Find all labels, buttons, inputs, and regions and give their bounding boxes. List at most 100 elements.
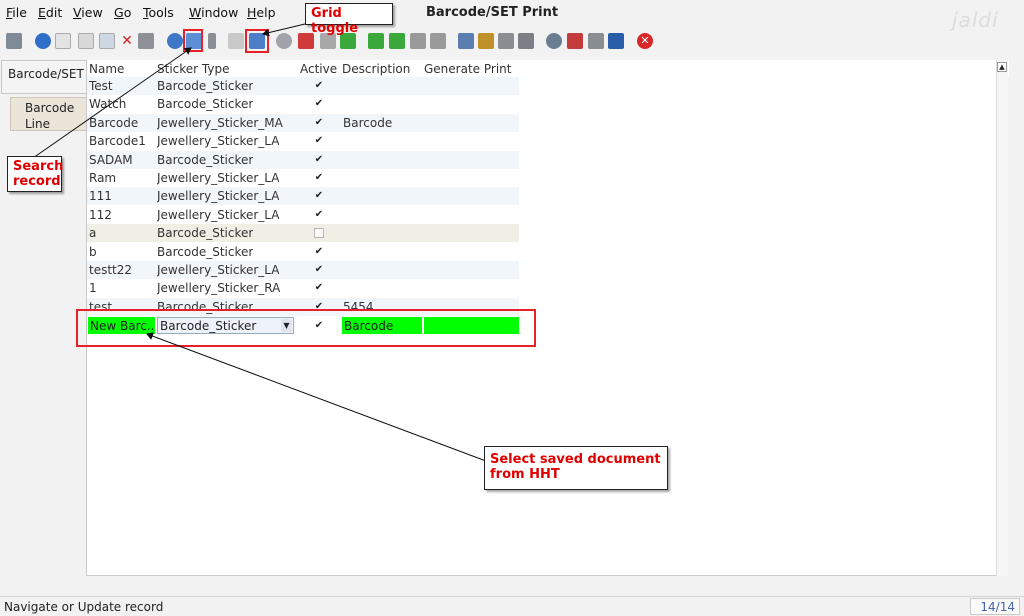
row-active-checkbox[interactable]: ✔	[314, 173, 324, 183]
grid-header: Name Sticker Type Active Description Gen…	[87, 60, 1009, 77]
row-active-checkbox[interactable]: ✔	[314, 209, 324, 220]
save-icon[interactable]	[138, 33, 154, 49]
row-sticker-type: Jewellery_Sticker_LA	[157, 189, 280, 204]
menu-view[interactable]: View	[73, 5, 103, 20]
row-active-checkbox[interactable]: ✔	[314, 265, 324, 275]
row-sticker-type: Jewellery_Sticker_LA	[157, 171, 280, 185]
menu-file[interactable]: File	[6, 5, 27, 20]
annotation-search-record: Search record	[7, 156, 64, 192]
row-name: 1	[89, 281, 97, 296]
row-sticker-type: Jewellery_Sticker_MA	[157, 115, 283, 130]
table-row[interactable]: 111 Jewellery_Sticker_LA ✔	[87, 187, 519, 206]
table-row[interactable]: b Barcode_Sticker ✔	[87, 243, 519, 261]
undo-icon[interactable]	[6, 33, 22, 49]
table-row[interactable]: Barcode1 Jewellery_Sticker_LA ✔	[87, 132, 519, 150]
row-name: Barcode1	[89, 134, 146, 149]
row-name: testt22	[89, 263, 133, 277]
record-count[interactable]: 14/14	[970, 598, 1020, 615]
row-active-checkbox[interactable]: ✔	[314, 117, 324, 128]
search-highlight-box	[183, 29, 203, 52]
archive-icon[interactable]	[478, 33, 494, 49]
row-name: Test	[89, 79, 113, 93]
refresh-icon[interactable]	[167, 33, 183, 49]
edit-row-highlight-box	[76, 309, 536, 347]
table-row[interactable]: Ram Jewellery_Sticker_LA ✔	[87, 169, 519, 187]
print-icon[interactable]	[518, 33, 534, 49]
status-bar: Navigate or Update record 14/14	[0, 596, 1024, 616]
row-sticker-type: Barcode_Sticker	[157, 79, 254, 93]
chat-icon[interactable]	[228, 33, 244, 49]
vertical-scrollbar[interactable]: ▲	[996, 60, 1008, 576]
annotation-search-line-2: record	[13, 174, 61, 189]
table-row[interactable]: testt22 Jewellery_Sticker_LA ✔	[87, 261, 519, 279]
zoom-icon[interactable]	[546, 33, 562, 49]
row-name: 112	[89, 207, 112, 222]
print-preview-icon[interactable]	[498, 33, 514, 49]
row-active-checkbox[interactable]: ✔	[314, 81, 324, 91]
row-name: SADAM	[89, 152, 133, 167]
workflow-icon[interactable]	[567, 33, 583, 49]
row-sticker-type: Jewellery_Sticker_LA	[157, 207, 280, 222]
menu-bar: File Edit View Go Tools Window Help Barc…	[0, 0, 1024, 32]
product-info-icon[interactable]	[608, 33, 624, 49]
row-active-checkbox[interactable]: ✔	[314, 99, 324, 109]
table-row[interactable]: Test Barcode_Sticker ✔	[87, 77, 519, 95]
menu-help[interactable]: Help	[247, 5, 276, 20]
row-sticker-type: Barcode_Sticker	[157, 97, 254, 112]
row-sticker-type: Jewellery_Sticker_LA	[157, 263, 280, 277]
history-icon[interactable]	[276, 33, 292, 49]
table-row[interactable]: 1 Jewellery_Sticker_RA ✔	[87, 279, 519, 297]
table-row[interactable]: Watch Barcode_Sticker ✔	[87, 95, 519, 113]
request-icon[interactable]	[588, 33, 604, 49]
help-icon[interactable]	[35, 33, 51, 49]
row-name: b	[89, 244, 97, 259]
row-name: Ram	[89, 171, 117, 185]
table-row[interactable]: 112 Jewellery_Sticker_LA ✔	[87, 206, 519, 224]
row-sticker-type: Barcode_Sticker	[157, 226, 254, 241]
menu-edit[interactable]: Edit	[38, 5, 62, 20]
close-icon[interactable]: ✕	[637, 33, 653, 49]
report-icon[interactable]	[458, 33, 474, 49]
copy-details-icon[interactable]	[99, 33, 115, 49]
tab-barcode-line[interactable]: Barcode Line	[10, 97, 86, 131]
scroll-toggle-icon[interactable]: ▲	[997, 62, 1007, 72]
table-row[interactable]: Barcode Jewellery_Sticker_MA ✔ Barcode	[87, 113, 519, 132]
annotation-search-line-1: Search	[13, 159, 64, 174]
column-header-generate-print[interactable]: Generate Print	[424, 62, 511, 76]
table-row[interactable]: SADAM Barcode_Sticker ✔	[87, 150, 519, 169]
row-sticker-type: Jewellery_Sticker_LA	[157, 134, 280, 149]
row-active-checkbox[interactable]: ✔	[314, 246, 324, 257]
row-name: 111	[89, 189, 112, 204]
table-row[interactable]: a Barcode_Sticker	[87, 224, 519, 243]
next-record-icon[interactable]	[410, 33, 426, 49]
row-active-checkbox[interactable]: ✔	[314, 154, 324, 165]
annotation-select-saved-document: Select saved document from HHT	[484, 446, 668, 490]
previous-record-icon[interactable]	[389, 33, 405, 49]
row-sticker-type: Barcode_Sticker	[157, 152, 254, 167]
window-title: Barcode/SET Print	[426, 5, 559, 20]
column-header-description[interactable]: Description	[342, 62, 410, 76]
row-active-checkbox[interactable]	[314, 228, 324, 239]
copy-record-icon[interactable]	[78, 33, 94, 49]
menu-go[interactable]: Go	[114, 5, 131, 20]
row-active-checkbox[interactable]: ✔	[314, 191, 324, 201]
annotation-select-line-1: Select saved document	[490, 452, 661, 467]
first-record-icon[interactable]	[368, 33, 384, 49]
annotation-select-line-2: from HHT	[490, 467, 560, 482]
row-name: a	[89, 226, 97, 241]
menu-tools[interactable]: Tools	[143, 5, 174, 20]
row-active-checkbox[interactable]: ✔	[314, 283, 324, 293]
row-sticker-type: Jewellery_Sticker_RA	[157, 281, 281, 296]
menu-window[interactable]: Window	[189, 5, 238, 20]
row-active-checkbox[interactable]: ✔	[314, 136, 324, 146]
delete-icon[interactable]: ✕	[119, 33, 135, 49]
last-record-icon[interactable]	[430, 33, 446, 49]
column-header-active[interactable]: Active	[300, 62, 337, 76]
status-message: Navigate or Update record	[4, 600, 164, 614]
new-record-icon[interactable]	[55, 33, 71, 49]
tab-barcode-set[interactable]: Barcode/SET	[1, 60, 86, 94]
column-header-name[interactable]: Name	[89, 62, 124, 76]
column-header-sticker-type[interactable]: Sticker Type	[157, 62, 229, 76]
grid-toggle-highlight-box	[245, 29, 269, 53]
attachment-icon[interactable]	[208, 33, 216, 49]
